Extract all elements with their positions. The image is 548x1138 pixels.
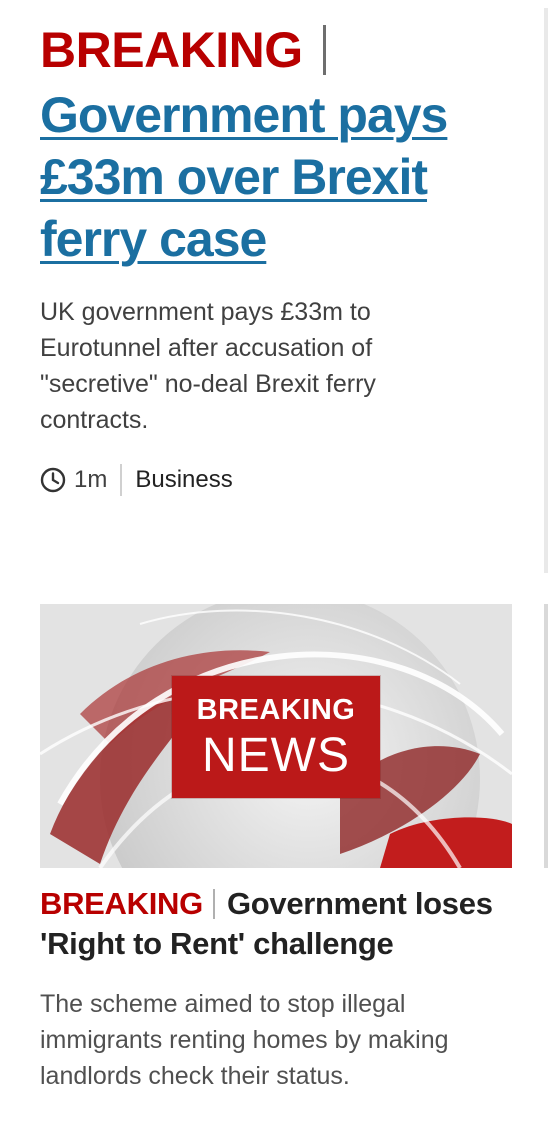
second-story-headline: BREAKING Government loses 'Right to Rent'… — [40, 884, 520, 964]
next-card-image-edge — [544, 604, 548, 868]
top-story: BREAKING Government pays £33m over Brexi… — [40, 18, 520, 497]
breaking-news-banner: BREAKING NEWS — [172, 676, 380, 798]
banner-line-news: NEWS — [202, 729, 350, 782]
section-link-business[interactable]: Business — [135, 466, 232, 494]
banner-line-breaking: BREAKING — [196, 694, 356, 726]
second-story-summary: The scheme aimed to stop illegal immigra… — [40, 990, 449, 1090]
breaking-label: BREAKING — [40, 22, 303, 78]
kicker-row: BREAKING — [40, 18, 520, 82]
kicker-divider — [212, 889, 215, 919]
adjacent-card-edge — [544, 8, 548, 573]
second-story: BREAKING Government loses 'Right to Rent'… — [40, 884, 520, 1119]
breaking-news-image[interactable]: BREAKING NEWS — [40, 604, 512, 868]
top-story-summary: UK government pays £33m to Eurotunnel af… — [40, 298, 376, 434]
top-story-headline-link[interactable]: Government pays £33m over Brexit ferry c… — [40, 84, 520, 270]
kicker-divider — [322, 25, 326, 75]
published-time: 1m — [74, 466, 108, 493]
meta-divider — [120, 464, 123, 496]
top-story-meta: 1m Business — [40, 463, 520, 497]
clock-icon — [40, 467, 66, 493]
breaking-label: BREAKING — [40, 886, 203, 921]
